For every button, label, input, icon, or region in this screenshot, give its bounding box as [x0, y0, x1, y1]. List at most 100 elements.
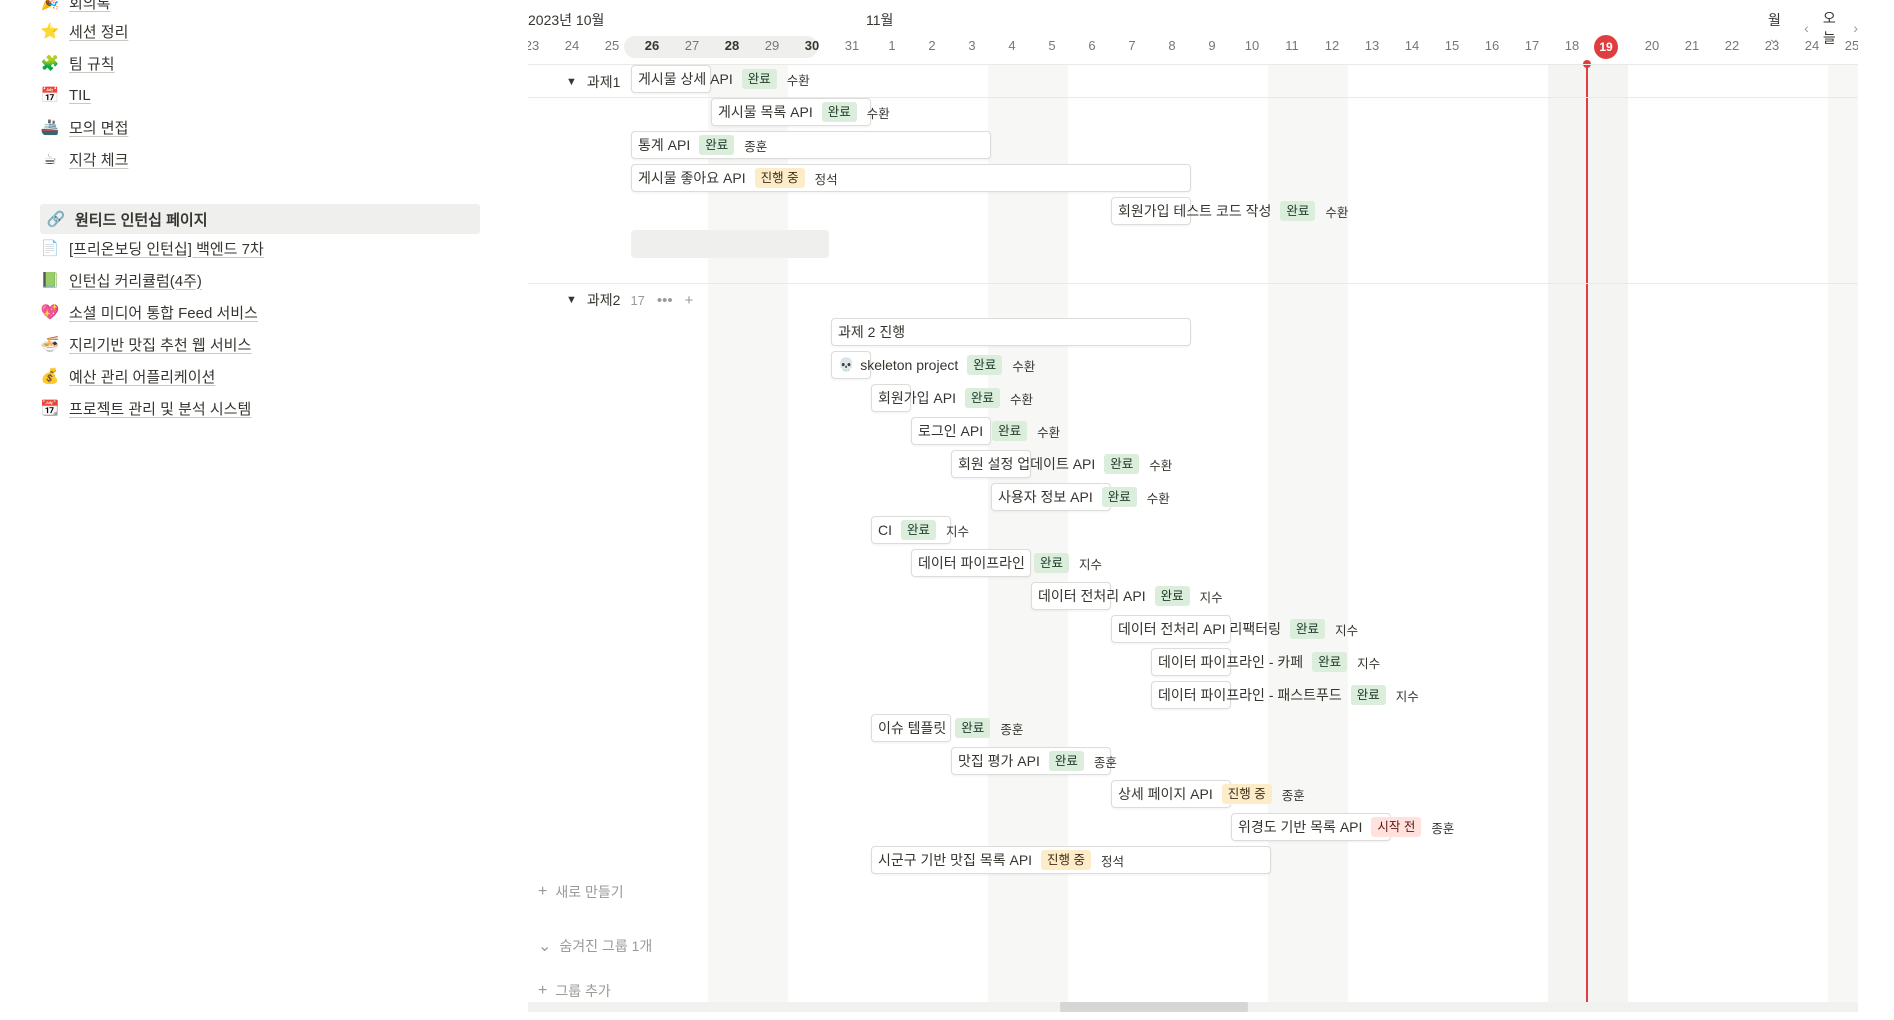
- task-item[interactable]: 과제 2 진행: [838, 318, 914, 346]
- day-number: 15: [1444, 38, 1460, 53]
- task-item[interactable]: 맛집 평가 API 완료 종훈: [958, 747, 1117, 775]
- sidebar-item-mock-interview[interactable]: 🚢 모의 면접: [40, 112, 129, 142]
- add-group-button[interactable]: + 그룹 추가: [538, 981, 611, 1001]
- sidebar-item-label: 예산 관리 어플리케이션: [69, 368, 216, 386]
- add-group-label: 그룹 추가: [555, 983, 611, 999]
- task-item[interactable]: 로그인 API 완료 수환: [918, 417, 1060, 445]
- sidebar-item-label: [프리온보딩 인턴십] 백엔드 7차: [69, 240, 264, 258]
- day-number: 25: [604, 38, 620, 53]
- day-number: 17: [1524, 38, 1540, 53]
- new-task-placeholder[interactable]: [631, 230, 829, 258]
- task-item[interactable]: 💀 skeleton project 완료 수환: [838, 351, 1035, 379]
- status-badge: 완료: [1033, 553, 1069, 573]
- day-number: 6: [1088, 38, 1096, 53]
- task-title: 회원가입 테스트 코드 작성: [1118, 203, 1272, 219]
- today-line: [1586, 64, 1588, 1004]
- task-title: 게시물 좋아요 API: [638, 170, 746, 186]
- sidebar-item-preonboarding[interactable]: 📄 [프리온보딩 인턴십] 백엔드 7차: [40, 233, 264, 263]
- task-item[interactable]: 시군구 기반 맛집 목록 API 진행 중 정석: [878, 846, 1124, 874]
- sidebar-item-label: 프로젝트 관리 및 분석 시스템: [69, 400, 252, 418]
- task-item[interactable]: 회원 설정 업데이트 API 완료 수환: [958, 450, 1172, 478]
- task-title: 통계 API: [638, 137, 691, 153]
- day-number: 21: [1684, 38, 1700, 53]
- day-number: 7: [1128, 38, 1136, 53]
- task-item[interactable]: 게시물 상세 API 완료 수환: [638, 65, 810, 93]
- task-item[interactable]: 데이터 전처리 API 리팩터링 완료 지수: [1118, 615, 1358, 643]
- task-title: 사용자 정보 API: [998, 489, 1093, 505]
- sidebar-item-restaurant-service[interactable]: 🍜 지리기반 맛집 추천 웹 서비스: [40, 329, 252, 359]
- weekend-column: [708, 64, 788, 1004]
- task-item[interactable]: 게시물 목록 API 완료 수환: [718, 98, 890, 126]
- view-selector[interactable]: 월 ⌄: [1754, 10, 1790, 47]
- task-title: 데이터 전처리 API: [1038, 588, 1146, 604]
- today-marker[interactable]: 19: [1594, 35, 1618, 59]
- task-item[interactable]: 회원가입 API 완료 수환: [878, 384, 1033, 412]
- hidden-groups-toggle[interactable]: ⌄ 숨겨진 그룹 1개: [538, 936, 652, 956]
- task-item[interactable]: 게시물 좋아요 API 진행 중 정석: [638, 164, 838, 192]
- day-number: 12: [1324, 38, 1340, 53]
- assignee: 수환: [1325, 205, 1349, 220]
- chevron-left-icon[interactable]: ‹: [1804, 20, 1809, 36]
- task-item[interactable]: 사용자 정보 API 완료 수환: [998, 483, 1170, 511]
- add-icon[interactable]: +: [685, 292, 694, 309]
- sidebar-item-social-feed[interactable]: 💖 소셜 미디어 통합 Feed 서비스: [40, 297, 258, 327]
- task-item[interactable]: 데이터 파이프라인 완료 지수: [918, 549, 1102, 577]
- sidebar-item-meeting-notes[interactable]: 🎉 회의록: [40, 0, 111, 17]
- task-item[interactable]: 데이터 파이프라인 - 카페 완료 지수: [1158, 648, 1380, 676]
- task-item[interactable]: 데이터 전처리 API 완료 지수: [1038, 582, 1223, 610]
- group-title: 과제2: [586, 292, 621, 308]
- status-badge: 진행 중: [1041, 850, 1092, 870]
- status-badge: 완료: [741, 69, 777, 89]
- task-title: 로그인 API: [918, 423, 984, 439]
- plus-icon: +: [538, 982, 548, 999]
- sidebar-item-label: TIL: [69, 86, 91, 104]
- task-title: 데이터 파이프라인 - 패스트푸드: [1158, 687, 1342, 703]
- group-header-2[interactable]: ▼ 과제2 17 ••• +: [566, 290, 693, 310]
- task-item[interactable]: CI 완료 지수: [878, 516, 969, 544]
- assignee: 종훈: [744, 139, 768, 154]
- timeline-view: 2023년 10월 11월 23 24 25 26 27 28 29 30 31 1 2 3 4 5 6 7 8…: [528, 0, 1858, 1020]
- new-task-button[interactable]: + 새로 만들기: [538, 882, 624, 902]
- task-item[interactable]: 상세 페이지 API 진행 중 종훈: [1118, 780, 1305, 808]
- chevron-right-icon[interactable]: ›: [1853, 20, 1858, 36]
- task-title: 맛집 평가 API: [958, 753, 1040, 769]
- today-button[interactable]: 오늘: [1823, 8, 1839, 48]
- sidebar-item-session-notes[interactable]: ⭐ 세션 정리: [40, 16, 129, 46]
- scrollbar-thumb[interactable]: [1060, 1002, 1248, 1012]
- status-badge: 시작 전: [1371, 817, 1422, 837]
- food-link-icon: 🍜: [40, 336, 60, 353]
- day-number: 2: [928, 38, 936, 53]
- task-item[interactable]: 데이터 파이프라인 - 패스트푸드 완료 지수: [1158, 681, 1419, 709]
- sidebar-item-team-rules[interactable]: 🧩 팀 규칙: [40, 48, 115, 78]
- day-number: 14: [1404, 38, 1420, 53]
- collapse-triangle-icon[interactable]: ▼: [566, 76, 577, 88]
- task-item[interactable]: 통계 API 완료 종훈: [638, 131, 767, 159]
- collapse-triangle-icon[interactable]: ▼: [566, 294, 577, 306]
- day-number: 18: [1564, 38, 1580, 53]
- skull-icon: 💀: [838, 357, 855, 372]
- task-item[interactable]: 위경도 기반 목록 API 시작 전 종훈: [1238, 813, 1454, 841]
- task-item[interactable]: 이슈 템플릿 완료 종훈: [878, 714, 1023, 742]
- task-item[interactable]: 회원가입 테스트 코드 작성 완료 수환: [1118, 197, 1348, 225]
- assignee: 종훈: [1431, 821, 1455, 836]
- sidebar-item-til[interactable]: 📅 TIL: [40, 80, 91, 110]
- group-header-1[interactable]: ▼ 과제1: [566, 72, 620, 92]
- status-badge: 완료: [967, 355, 1003, 375]
- sidebar-item-curriculum[interactable]: 📗 인턴십 커리큘럼(4주): [40, 265, 202, 295]
- status-badge: 진행 중: [1221, 784, 1272, 804]
- sidebar-item-project-management[interactable]: 📆 프로젝트 관리 및 분석 시스템: [40, 393, 252, 423]
- sidebar-item-late-check[interactable]: ☕ 지각 체크: [40, 144, 128, 174]
- assignee: 정석: [1101, 854, 1125, 869]
- sidebar-section-wanted-internship[interactable]: 🔗 원티드 인턴십 페이지: [40, 204, 480, 234]
- task-title: 상세 페이지 API: [1118, 786, 1213, 802]
- assignee: 수환: [1010, 392, 1034, 407]
- assignee: 수환: [1146, 491, 1170, 506]
- hidden-groups-label: 숨겨진 그룹 1개: [559, 938, 653, 954]
- day-number: 4: [1008, 38, 1016, 53]
- assignee: 수환: [866, 106, 890, 121]
- sidebar-section-label: 원티드 인턴십 페이지: [75, 211, 208, 229]
- sidebar: 🎉 회의록 ⭐ 세션 정리 🧩 팀 규칙 📅 TIL 🚢 모의 면접 ☕ 지각 …: [0, 0, 500, 1020]
- sidebar-item-budget-app[interactable]: 💰 예산 관리 어플리케이션: [40, 361, 216, 391]
- more-options-icon[interactable]: •••: [657, 292, 673, 309]
- task-title: 게시물 목록 API: [718, 104, 813, 120]
